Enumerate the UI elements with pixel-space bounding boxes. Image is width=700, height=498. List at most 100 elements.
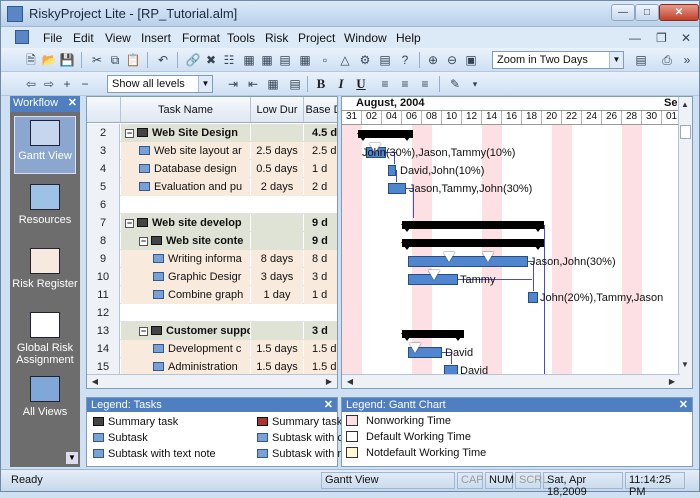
row-number[interactable]: 2 [87,124,120,142]
minus-icon[interactable]: − [77,76,93,92]
table-row[interactable]: 12 [87,304,337,322]
task-name-cell[interactable]: − Web Site Design [121,124,250,142]
table-row[interactable]: 8 − Web site conte 9 d [87,232,337,250]
low-dur-cell[interactable]: 2 days [251,178,303,196]
base-dur-cell[interactable]: 2 d [304,178,337,196]
base-dur-cell[interactable]: 3 d [304,322,337,340]
gantt-hscrollbar[interactable]: ◀ ▶ [342,374,680,388]
collapse-icon[interactable]: − [125,129,134,138]
risk-icon[interactable]: △ [337,52,353,68]
column-header-task-name[interactable]: Task Name [121,97,251,123]
table-row[interactable]: 2− Web Site Design 4.5 d [87,124,337,142]
grid-corner[interactable] [87,97,121,123]
close-icon[interactable]: ✕ [324,398,333,412]
scroll-down-icon[interactable]: ▼ [679,359,691,371]
low-dur-cell[interactable] [251,124,303,142]
task-bar[interactable] [388,183,406,194]
table-row[interactable]: 6 [87,196,337,214]
close-icon[interactable]: ✕ [679,398,688,412]
help-icon[interactable]: ? [397,52,413,68]
minimize-button[interactable]: — [611,4,635,21]
low-dur-cell[interactable] [251,304,303,322]
row-number[interactable]: 11 [87,286,120,304]
align-left-icon[interactable]: ≡ [377,76,393,92]
outdent-icon[interactable]: ⇤ [245,76,261,92]
column-header-base-dur[interactable]: Base D [304,97,337,123]
layout-icon[interactable]: ▤ [633,52,649,68]
zoom-out-icon[interactable]: ⊖ [444,52,460,68]
row-number[interactable]: 8 [87,232,120,250]
save-icon[interactable]: 💾 [59,52,75,68]
low-dur-cell[interactable]: 8 days [251,250,303,268]
low-dur-cell[interactable] [251,214,303,232]
toolbar-options-icon[interactable]: ▾ [467,76,483,92]
mdi-minimize-icon[interactable]: — [629,31,641,45]
table-row[interactable]: 14 Development c 1.5 days 1.5 d [87,340,337,358]
close-button[interactable]: ✕ [659,4,699,21]
scroll-left-icon[interactable]: ◀ [344,376,356,388]
unlink-tasks-icon[interactable]: ✖ [203,52,219,68]
open-icon[interactable]: 📂 [41,52,57,68]
grid-hscrollbar[interactable]: ◀ ▶ [87,374,337,388]
menu-view[interactable]: View [105,31,131,45]
task-bar[interactable] [408,256,528,267]
undo-icon[interactable]: ↶ [155,52,171,68]
low-dur-cell[interactable]: 2.5 days [251,142,303,160]
bold-icon[interactable]: B [313,76,329,92]
workflow-item-gantt[interactable]: Gantt View [10,120,80,162]
base-dur-cell[interactable]: 4.5 d [304,124,337,142]
scroll-thumb[interactable] [680,125,691,139]
task-name-cell[interactable]: Development c [121,340,250,358]
table-row[interactable]: 4 Database design 0.5 days 1 d [87,160,337,178]
menu-file[interactable]: File [43,31,62,45]
italic-icon[interactable]: I [333,76,349,92]
base-dur-cell[interactable]: 3 d [304,268,337,286]
task-name-cell[interactable]: − Web site conte [121,232,250,250]
menu-edit[interactable]: Edit [73,31,94,45]
task-name-cell[interactable]: Web site layout ar [121,142,250,160]
maximize-button[interactable]: □ [635,4,659,21]
task-name-cell[interactable]: − Web site develop [121,214,250,232]
scroll-down-icon[interactable]: ▼ [66,452,78,464]
table-row[interactable]: 11 Combine graph 1 day 1 d [87,286,337,304]
mdi-restore-icon[interactable]: ❐ [656,31,667,45]
base-dur-cell[interactable]: 1 d [304,286,337,304]
new-icon[interactable]: 🗎 [23,52,39,68]
low-dur-cell[interactable] [251,232,303,250]
row-number[interactable]: 13 [87,322,120,340]
low-dur-cell[interactable] [251,196,303,214]
results-icon[interactable]: ▤ [377,52,393,68]
row-number[interactable]: 3 [87,142,120,160]
row-number[interactable]: 12 [87,304,120,322]
task-bar[interactable] [388,165,396,176]
toolbar-options-icon[interactable]: » [679,52,695,68]
table-row[interactable]: 3 Web site layout ar 2.5 days 2.5 d [87,142,337,160]
task-name-cell[interactable] [121,196,250,214]
table-row[interactable]: 10 Graphic Desigr 3 days 3 d [87,268,337,286]
chart-icon[interactable]: ▫ [317,52,333,68]
collapse-icon[interactable]: − [139,327,148,336]
low-dur-cell[interactable]: 0.5 days [251,160,303,178]
chevron-down-icon[interactable]: ▼ [198,76,212,92]
workflow-item-resources[interactable]: Resources [10,184,80,226]
calendar-icon[interactable]: ▦ [241,52,257,68]
task-name-cell[interactable]: Writing informa [121,250,250,268]
doc-icon[interactable] [15,30,29,44]
low-dur-cell[interactable] [251,322,303,340]
table-icon[interactable]: ▦ [259,52,275,68]
task-bar[interactable] [528,292,538,303]
columns-icon[interactable]: ▦ [265,76,281,92]
menu-risk[interactable]: Risk [265,31,288,45]
indent-icon[interactable]: ⇥ [225,76,241,92]
arrow-left-icon[interactable]: ⇦ [23,76,39,92]
mdi-close-icon[interactable]: ✕ [681,31,691,45]
chevron-down-icon[interactable]: ▼ [609,52,623,68]
menu-window[interactable]: Window [344,31,387,45]
cut-icon[interactable]: ✂ [89,52,105,68]
row-number[interactable]: 7 [87,214,120,232]
task-name-cell[interactable]: Combine graph [121,286,250,304]
copy-icon[interactable]: ⧉ [107,52,123,68]
zoom-select[interactable]: Zoom in Two Days ▼ [492,51,624,69]
menu-tools[interactable]: Tools [227,31,255,45]
close-icon[interactable]: ✕ [68,96,77,109]
